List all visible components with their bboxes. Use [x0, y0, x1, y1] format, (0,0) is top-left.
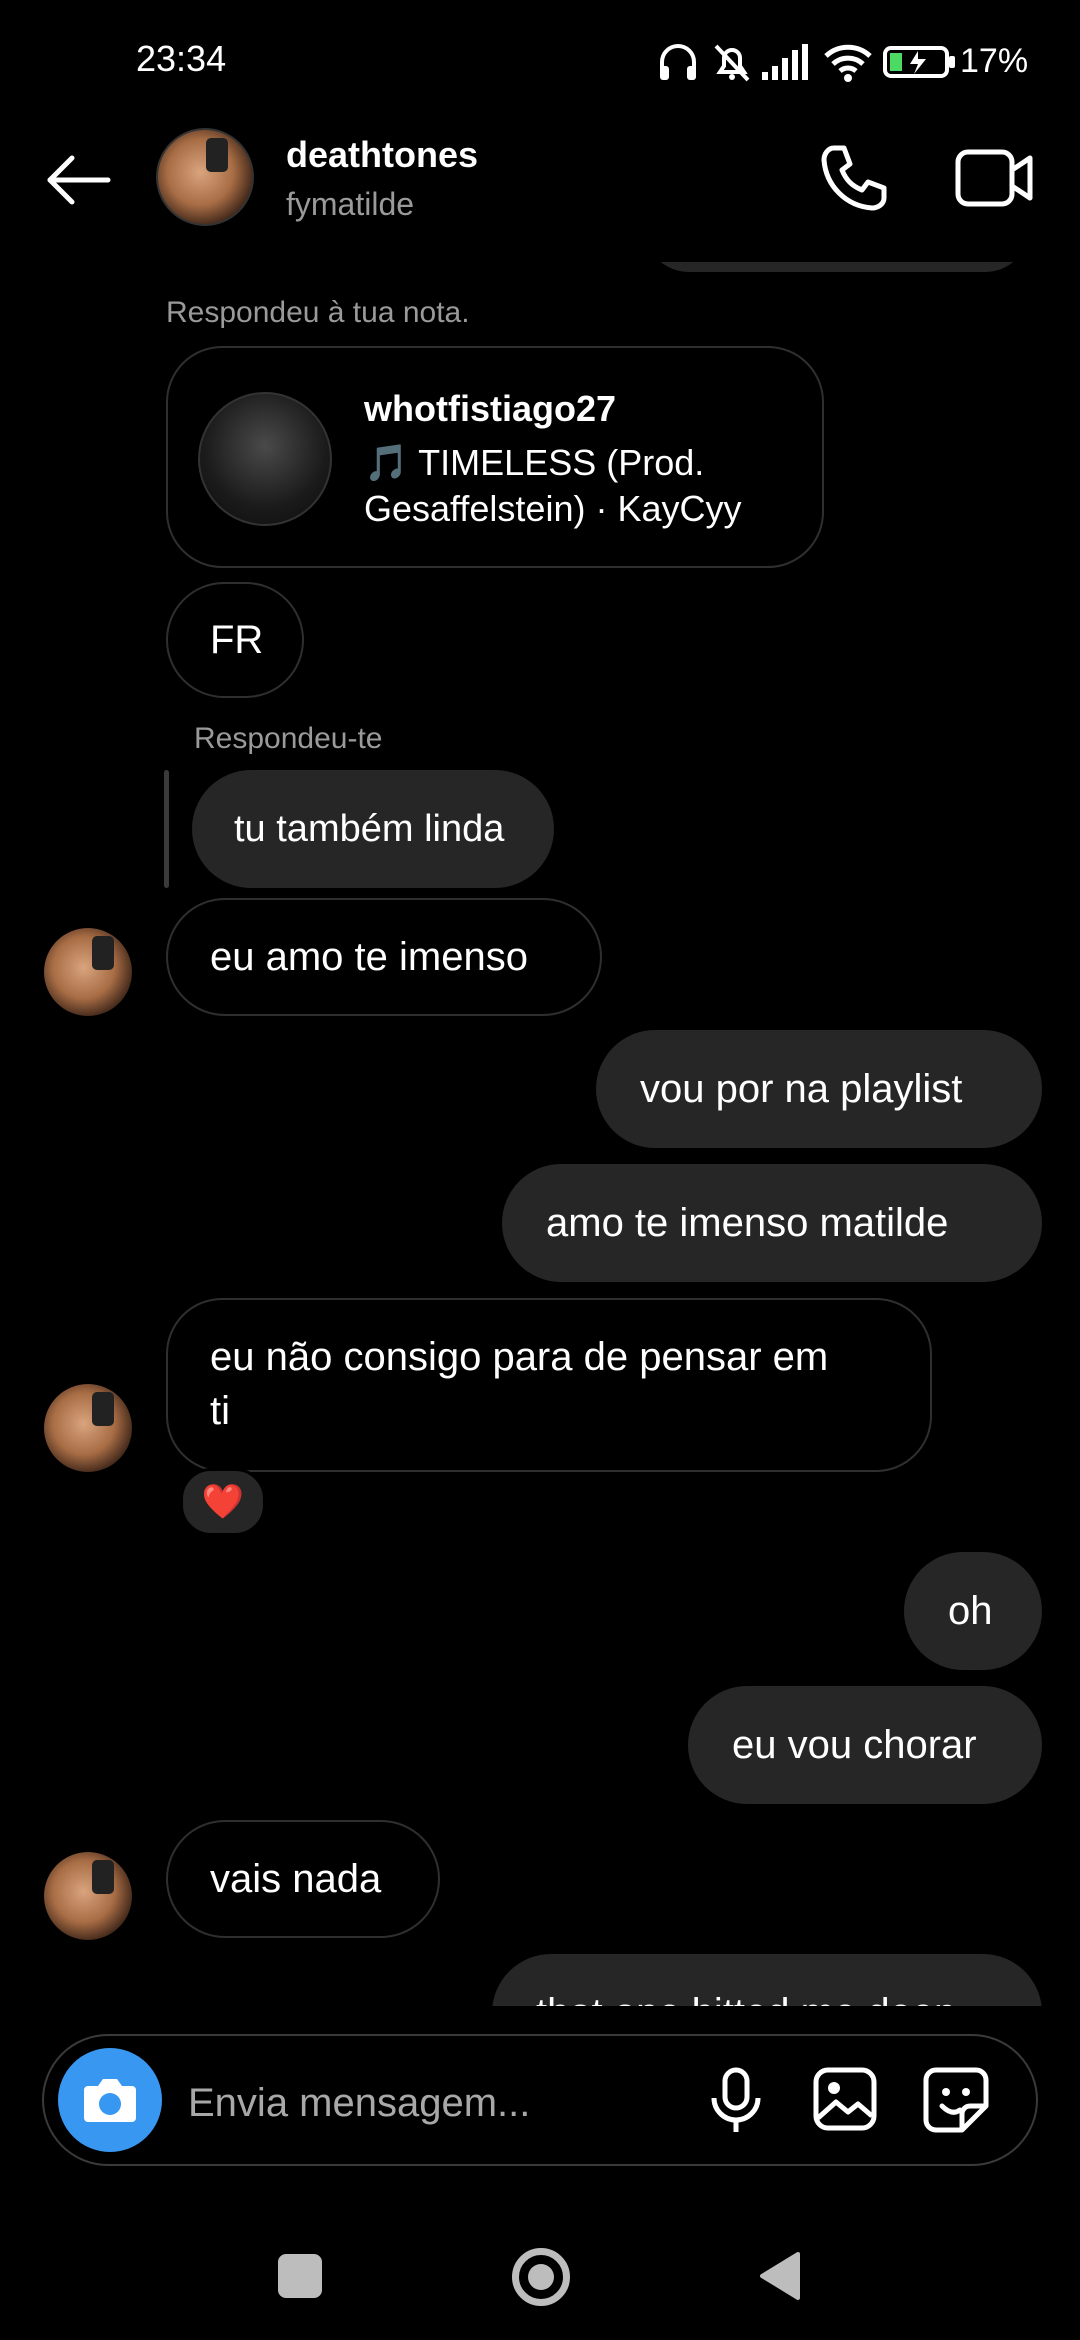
note-user-avatar	[198, 392, 332, 526]
message-input[interactable]	[186, 2070, 670, 2136]
reply-label: Respondeu-te	[194, 722, 383, 755]
contact-name[interactable]: deathtones	[286, 134, 478, 176]
message-bubble-outgoing[interactable]: vou por na playlist	[596, 1030, 1042, 1148]
home-dot	[528, 2264, 554, 2290]
camera-icon	[84, 2079, 136, 2122]
note-card[interactable]: whotfistiago27 🎵 TIMELESS (Prod. Gesaffe…	[166, 346, 824, 568]
nav-back-icon[interactable]	[758, 2250, 802, 2302]
message-text: eu vou chorar	[732, 1723, 977, 1767]
contact-username[interactable]: fymatilde	[286, 186, 414, 223]
back-arrow-icon[interactable]	[40, 140, 120, 220]
sender-avatar[interactable]	[44, 928, 132, 1016]
note-username: whotfistiago27	[364, 388, 617, 429]
sender-avatar[interactable]	[44, 1852, 132, 1940]
video-camera-icon[interactable]	[954, 142, 1036, 214]
nav-recents-button[interactable]	[278, 2254, 322, 2298]
sticker-icon[interactable]	[922, 2066, 990, 2134]
message-bubble-outgoing[interactable]: that one hitted me deep	[492, 1954, 1042, 2006]
message-bubble-fr[interactable]: FR	[166, 582, 304, 698]
nav-home-button[interactable]	[512, 2248, 570, 2306]
wifi-icon	[824, 44, 872, 82]
message-list[interactable]: Respondeu à tua nota. whotfistiago27 🎵 T…	[0, 262, 1080, 2006]
sender-avatar[interactable]	[44, 1384, 132, 1472]
message-bubble-outgoing[interactable]: amo te imenso matilde	[502, 1164, 1042, 1282]
note-song-line-2: Gesaffelstein) · KayCyy	[364, 488, 742, 529]
note-reply-label: Respondeu à tua nota.	[166, 296, 470, 329]
message-text: vais nada	[210, 1857, 382, 1901]
signal-icon	[762, 44, 808, 80]
message-bubble-incoming[interactable]: eu não consigo para de pensar em ti	[166, 1298, 932, 1472]
message-bubble-outgoing[interactable]: eu vou chorar	[688, 1686, 1042, 1804]
message-text: FR	[210, 618, 264, 662]
camera-button[interactable]	[58, 2048, 162, 2152]
battery-percentage: 17%	[960, 42, 1029, 80]
message-bubble-incoming[interactable]: eu amo te imenso	[166, 898, 602, 1016]
replied-message-text: tu também linda	[234, 808, 505, 850]
phone-icon[interactable]	[818, 142, 890, 214]
replied-message-bubble[interactable]: tu também linda	[192, 770, 554, 888]
message-text: amo te imenso matilde	[546, 1201, 949, 1245]
status-time: 23:34	[136, 38, 227, 79]
message-text: oh	[948, 1589, 993, 1633]
message-text-line-2: ti	[210, 1389, 230, 1433]
message-text: that one hitted me deep	[536, 1991, 956, 2006]
message-bubble-incoming[interactable]: vais nada	[166, 1820, 440, 1938]
microphone-icon[interactable]	[706, 2066, 766, 2136]
reply-indicator-bar	[164, 770, 169, 888]
note-song-line-1: 🎵 TIMELESS (Prod.	[364, 442, 705, 483]
bell-muted-icon	[714, 44, 750, 82]
previous-message-bubble[interactable]	[644, 262, 1030, 272]
message-bubble-outgoing[interactable]: oh	[904, 1552, 1042, 1670]
gallery-icon[interactable]	[812, 2066, 878, 2132]
message-text: vou por na playlist	[640, 1067, 963, 1111]
message-text: eu amo te imenso	[210, 935, 528, 979]
heart-reaction[interactable]: ❤️	[180, 1468, 266, 1536]
message-text-line-1: eu não consigo para de pensar em	[210, 1335, 829, 1379]
battery-icon	[883, 46, 955, 78]
header-avatar[interactable]	[156, 128, 254, 226]
headphones-icon	[660, 44, 696, 80]
